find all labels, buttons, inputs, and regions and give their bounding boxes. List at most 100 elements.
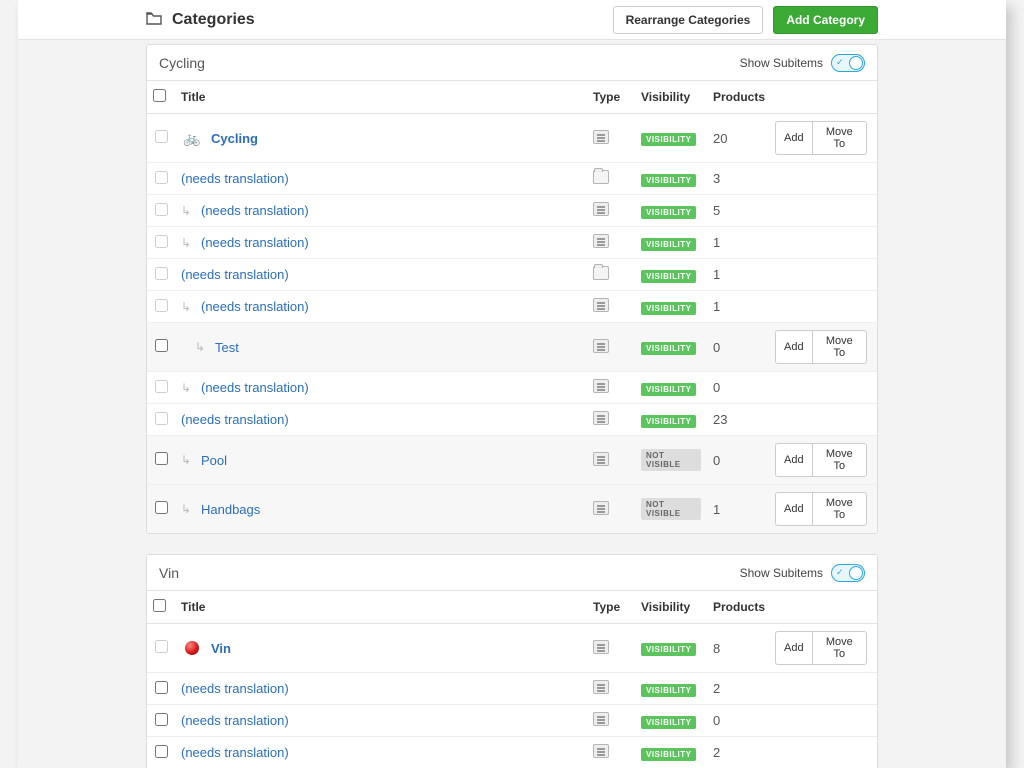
select-all-checkbox[interactable]	[153, 599, 166, 612]
move-to-button[interactable]: Move To	[812, 631, 867, 665]
category-group: Vin Show Subitems ✓ Title Type Visibilit…	[146, 554, 878, 768]
rearrange-categories-button[interactable]: Rearrange Categories	[613, 6, 764, 34]
add-category-button[interactable]: Add Category	[773, 6, 878, 34]
check-icon: ✓	[836, 57, 844, 68]
table-row: 🚲 Cycling Visibility 20 Add Move To	[147, 114, 877, 163]
visibility-badge: Visibility	[641, 383, 696, 396]
visibility-badge: Visibility	[641, 415, 696, 428]
move-to-button[interactable]: Move To	[812, 330, 867, 364]
group-title: Cycling	[159, 55, 740, 71]
type-list-icon	[593, 452, 609, 466]
row-checkbox[interactable]	[155, 380, 168, 393]
row-checkbox[interactable]	[155, 713, 168, 726]
table-row: ↳ (needs translation) Visibility 1	[147, 227, 877, 259]
type-list-icon	[593, 202, 609, 216]
products-count: 23	[707, 404, 769, 436]
category-link[interactable]: Pool	[201, 453, 227, 468]
add-button[interactable]: Add	[775, 631, 812, 665]
group-title: Vin	[159, 565, 740, 581]
visibility-badge: Visibility	[641, 270, 696, 283]
category-link[interactable]: (needs translation)	[201, 299, 309, 314]
visibility-badge: Visibility	[641, 716, 696, 729]
row-checkbox[interactable]	[155, 339, 168, 352]
category-link[interactable]: Handbags	[201, 502, 260, 517]
row-checkbox[interactable]	[155, 452, 168, 465]
category-link[interactable]: (needs translation)	[201, 203, 309, 218]
row-checkbox[interactable]	[155, 412, 168, 425]
table-row: ↳ (needs translation) Visibility 1	[147, 291, 877, 323]
move-to-button[interactable]: Move To	[812, 443, 867, 477]
show-subitems-toggle[interactable]: ✓	[831, 54, 865, 72]
products-count: 0	[707, 372, 769, 404]
child-arrow-icon: ↳	[181, 502, 193, 516]
products-count: 8	[707, 624, 769, 673]
col-products-header: Products	[707, 81, 769, 114]
products-count: 0	[707, 323, 769, 372]
category-link[interactable]: (needs translation)	[181, 713, 289, 728]
table-row: (needs translation) Visibility 2	[147, 737, 877, 768]
visibility-badge: Not Visible	[641, 449, 701, 471]
visibility-badge: Visibility	[641, 342, 696, 355]
table-row: Vin Visibility 8 Add Move To	[147, 624, 877, 673]
row-checkbox[interactable]	[155, 130, 168, 143]
products-count: 1	[707, 259, 769, 291]
child-arrow-icon: ↳	[181, 236, 193, 250]
move-to-button[interactable]: Move To	[812, 121, 867, 155]
table-row: ↳ Handbags Not Visible 1 Add Move To	[147, 485, 877, 534]
child-arrow-icon: ↳	[181, 300, 193, 314]
type-folder-icon	[593, 266, 609, 280]
category-link[interactable]: Cycling	[211, 131, 258, 146]
visibility-badge: Visibility	[641, 748, 696, 761]
visibility-badge: Visibility	[641, 206, 696, 219]
child-arrow-icon: ↳	[195, 340, 207, 354]
type-list-icon	[593, 640, 609, 654]
category-link[interactable]: (needs translation)	[201, 235, 309, 250]
products-count: 2	[707, 737, 769, 768]
row-checkbox[interactable]	[155, 235, 168, 248]
row-checkbox[interactable]	[155, 203, 168, 216]
category-link[interactable]: (needs translation)	[181, 171, 289, 186]
visibility-badge: Not Visible	[641, 498, 701, 520]
type-list-icon	[593, 744, 609, 758]
folder-icon	[146, 11, 162, 28]
products-count: 0	[707, 705, 769, 737]
row-checkbox[interactable]	[155, 745, 168, 758]
add-button[interactable]: Add	[775, 121, 812, 155]
row-checkbox[interactable]	[155, 267, 168, 280]
table-row: ↳ (needs translation) Visibility 5	[147, 195, 877, 227]
child-arrow-icon: ↳	[181, 453, 193, 467]
category-link[interactable]: (needs translation)	[181, 681, 289, 696]
visibility-badge: Visibility	[641, 238, 696, 251]
category-link[interactable]: (needs translation)	[201, 380, 309, 395]
page-header: Categories Rearrange Categories Add Cate…	[18, 0, 1006, 40]
visibility-badge: Visibility	[641, 302, 696, 315]
row-checkbox[interactable]	[155, 640, 168, 653]
row-checkbox[interactable]	[155, 171, 168, 184]
category-link[interactable]: Test	[215, 340, 239, 355]
col-type-header: Type	[587, 81, 635, 114]
child-arrow-icon: ↳	[181, 204, 193, 218]
show-subitems-toggle[interactable]: ✓	[831, 564, 865, 582]
products-count: 2	[707, 673, 769, 705]
add-button[interactable]: Add	[775, 443, 812, 477]
products-count: 3	[707, 163, 769, 195]
type-list-icon	[593, 130, 609, 144]
row-checkbox[interactable]	[155, 501, 168, 514]
check-icon: ✓	[836, 567, 844, 578]
row-checkbox[interactable]	[155, 299, 168, 312]
visibility-badge: Visibility	[641, 684, 696, 697]
row-checkbox[interactable]	[155, 681, 168, 694]
category-link[interactable]: (needs translation)	[181, 745, 289, 760]
select-all-checkbox[interactable]	[153, 89, 166, 102]
category-group: Cycling Show Subitems ✓ Title Type Visib…	[146, 44, 878, 534]
group-header: Cycling Show Subitems ✓	[147, 45, 877, 81]
table-row: ↳ Pool Not Visible 0 Add Move To	[147, 436, 877, 485]
category-link[interactable]: (needs translation)	[181, 267, 289, 282]
type-list-icon	[593, 379, 609, 393]
move-to-button[interactable]: Move To	[812, 492, 867, 526]
add-button[interactable]: Add	[775, 492, 812, 526]
category-link[interactable]: (needs translation)	[181, 412, 289, 427]
visibility-badge: Visibility	[641, 133, 696, 146]
category-link[interactable]: Vin	[211, 641, 231, 656]
add-button[interactable]: Add	[775, 330, 812, 364]
